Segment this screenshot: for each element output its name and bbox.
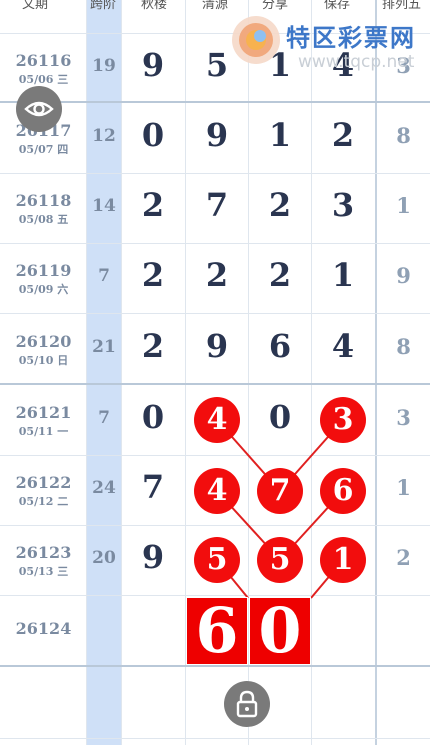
period-date: 05/09 六 bbox=[18, 283, 69, 296]
period-number: 26116 bbox=[15, 50, 72, 70]
period-date: 05/08 五 bbox=[18, 213, 69, 226]
header-span: 跨阶 bbox=[90, 0, 117, 11]
digit-cell: 6 bbox=[268, 326, 292, 365]
period-cell: 26121 05/11 一 bbox=[0, 403, 87, 439]
logo-url: www.tqcp.net bbox=[298, 52, 415, 72]
digit-cell: 9 bbox=[205, 115, 229, 154]
period-cell: 26120 05/10 日 bbox=[0, 332, 87, 368]
span-cell: 20 bbox=[92, 548, 116, 568]
period-date: 05/13 三 bbox=[18, 565, 69, 578]
span-cell: 12 bbox=[92, 125, 116, 146]
period-date: 05/12 二 bbox=[18, 495, 69, 508]
digit-cell: 1 bbox=[268, 115, 292, 154]
header-col1: 秋楼 bbox=[141, 0, 168, 11]
period-number: 26124 bbox=[15, 619, 72, 638]
span-cell: 14 bbox=[92, 196, 116, 216]
prediction-digit-1: 6 bbox=[186, 597, 248, 665]
digit-cell: 2 bbox=[141, 186, 165, 224]
eye-icon bbox=[24, 101, 54, 117]
digit-cell: 2 bbox=[205, 256, 229, 294]
digit-cell: 2 bbox=[141, 326, 165, 365]
period-cell: 26119 05/09 六 bbox=[0, 261, 87, 297]
header-col5: 排列五 bbox=[382, 0, 422, 11]
table-row: 26119 05/09 六 7 2 2 2 1 9 bbox=[0, 243, 430, 313]
lock-icon bbox=[236, 690, 258, 718]
period-date: 05/10 日 bbox=[18, 353, 69, 367]
period-number: 26123 bbox=[15, 543, 72, 562]
last-digit-cell: 8 bbox=[396, 122, 411, 148]
period-cell: 26122 05/12 二 bbox=[0, 473, 87, 509]
view-toggle-button[interactable] bbox=[16, 86, 62, 132]
last-digit-cell: 3 bbox=[396, 404, 411, 430]
span-cell: 21 bbox=[92, 336, 116, 357]
span-cell: 19 bbox=[92, 55, 116, 76]
lock-button[interactable] bbox=[224, 681, 270, 727]
period-cell: 26116 05/06 三 bbox=[0, 51, 87, 87]
ball: 5 bbox=[194, 537, 240, 583]
last-digit-cell: 9 bbox=[396, 263, 411, 288]
table-row: 26118 05/08 五 14 2 7 2 3 1 bbox=[0, 173, 430, 243]
ball: 4 bbox=[194, 397, 240, 443]
ball: 1 bbox=[320, 537, 366, 583]
watermark-logo: 特区彩票网 www.tqcp.net bbox=[228, 12, 428, 72]
digit-cell: 2 bbox=[331, 115, 355, 154]
logo-text: 特区彩票网 bbox=[286, 24, 416, 52]
last-digit-cell: 1 bbox=[396, 193, 411, 218]
digit-cell: 1 bbox=[331, 256, 355, 294]
period-number: 26120 bbox=[15, 331, 72, 351]
period-date: 05/11 一 bbox=[18, 424, 69, 438]
prediction-digit-2: 0 bbox=[249, 597, 311, 665]
digit-cell: 9 bbox=[141, 538, 165, 576]
last-digit-cell: 1 bbox=[396, 475, 411, 500]
last-digit-cell: 8 bbox=[396, 333, 411, 359]
digit-cell: 0 bbox=[141, 115, 165, 154]
period-date: 05/07 四 bbox=[18, 142, 69, 156]
digit-cell: 2 bbox=[268, 186, 292, 224]
header-col4: 保存 bbox=[324, 0, 351, 11]
period-cell: 26124 bbox=[0, 619, 87, 638]
digit-cell: 2 bbox=[141, 256, 165, 294]
header-col3: 分享 bbox=[262, 0, 289, 11]
period-date: 05/06 三 bbox=[18, 72, 69, 86]
digit-cell: 9 bbox=[205, 326, 229, 365]
ball: 3 bbox=[320, 397, 366, 443]
digit-cell: 7 bbox=[205, 186, 229, 224]
digit-cell: 0 bbox=[141, 397, 165, 436]
table-row: 26120 05/10 日 21 2 9 6 4 8 bbox=[0, 313, 430, 384]
digit-cell: 2 bbox=[268, 256, 292, 294]
digit-cell: 4 bbox=[331, 326, 355, 365]
span-cell: 24 bbox=[92, 478, 116, 498]
span-cell: 7 bbox=[98, 407, 110, 428]
header-col2: 清源 bbox=[202, 0, 229, 11]
digit-cell: 7 bbox=[141, 468, 165, 506]
digit-cell: 0 bbox=[268, 397, 292, 436]
digit-cell: 3 bbox=[331, 186, 355, 224]
period-number: 26118 bbox=[15, 191, 72, 210]
header-period: 文期 bbox=[22, 0, 49, 11]
ball: 6 bbox=[320, 468, 366, 514]
ball: 5 bbox=[257, 537, 303, 583]
span-cell: 7 bbox=[98, 266, 110, 286]
period-number: 26122 bbox=[15, 473, 72, 492]
last-digit-cell: 2 bbox=[396, 545, 411, 570]
logo-swirl-icon bbox=[232, 16, 280, 64]
ball: 7 bbox=[257, 468, 303, 514]
ball: 4 bbox=[194, 468, 240, 514]
table-row: 2611705/07 四1209128 bbox=[0, 102, 430, 173]
period-cell: 26118 05/08 五 bbox=[0, 191, 87, 227]
period-number: 26119 bbox=[15, 261, 72, 280]
digit-cell: 9 bbox=[141, 45, 165, 84]
period-cell: 26123 05/13 三 bbox=[0, 543, 87, 579]
period-number: 26121 bbox=[15, 402, 72, 422]
